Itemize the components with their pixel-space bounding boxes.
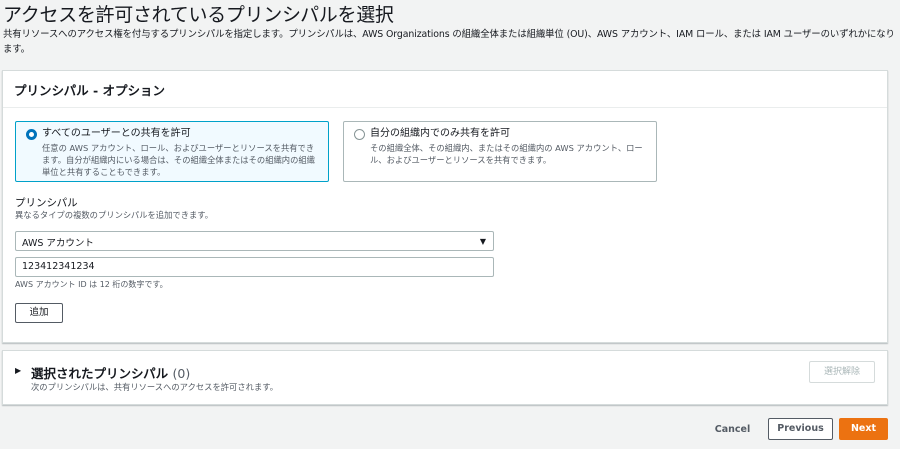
radio-unselected-icon[interactable] xyxy=(354,129,365,140)
tile-label: 自分の組織内でのみ共有を許可 xyxy=(370,128,510,139)
previous-button[interactable]: Previous xyxy=(768,418,833,440)
principal-label: プリンシパル xyxy=(15,197,78,209)
page-title: アクセスを許可されているプリンシパルを選択 xyxy=(3,4,394,26)
tile-description: 任意の AWS アカウント、ロール、およびユーザーとリソースを共有できます。自分… xyxy=(42,143,315,177)
next-button[interactable]: Next xyxy=(839,418,888,440)
card-title: プリンシパル - オプション xyxy=(14,83,166,98)
selected-title-text: 選択されたプリンシパル xyxy=(31,366,169,381)
remove-selected-button[interactable]: 選択解除 xyxy=(809,361,875,383)
principal-help: 異なるタイプの複数のプリンシパルを追加できます。 xyxy=(15,210,214,220)
principal-options-card: プリンシパル - オプション すべてのユーザーとの共有を許可 任意の AWS ア… xyxy=(2,70,888,343)
selected-principals-card: ▶ 選択されたプリンシパル (0) 次のプリンシパルは、共有リソースへのアクセス… xyxy=(2,350,888,405)
principal-type-select[interactable]: AWS アカウント ▼ xyxy=(15,231,494,251)
tile-description: その組織全体、その組織内、またはその組織内の AWS アカウント、ロール、および… xyxy=(370,143,643,165)
caret-down-icon: ▼ xyxy=(479,237,486,246)
tile-label: すべてのユーザーとの共有を許可 xyxy=(42,128,191,139)
account-id-input[interactable]: 123412341234 xyxy=(15,257,494,277)
cancel-button[interactable]: Cancel xyxy=(710,420,755,440)
selected-principals-description: 次のプリンシパルは、共有リソースへのアクセスを許可されます。 xyxy=(31,382,279,392)
add-button[interactable]: 追加 xyxy=(15,303,63,323)
selected-count: (0) xyxy=(172,366,191,381)
expand-triangle-icon[interactable]: ▶ xyxy=(15,366,21,375)
selected-principals-title[interactable]: 選択されたプリンシパル (0) xyxy=(31,363,190,382)
radio-selected-icon[interactable] xyxy=(26,129,37,140)
page-description: 共有リソースへのアクセス権を付与するプリンシパルを指定します。プリンシパルは、A… xyxy=(3,29,895,55)
card-header: プリンシパル - オプション xyxy=(3,71,887,108)
account-id-help: AWS アカウント ID は 12 桁の数字です。 xyxy=(15,280,168,289)
tile-share-within-org[interactable]: 自分の組織内でのみ共有を許可 その組織全体、その組織内、またはその組織内の AW… xyxy=(343,121,657,182)
tile-share-with-anyone[interactable]: すべてのユーザーとの共有を許可 任意の AWS アカウント、ロール、およびユーザ… xyxy=(15,121,329,182)
select-value: AWS アカウント xyxy=(22,238,94,249)
